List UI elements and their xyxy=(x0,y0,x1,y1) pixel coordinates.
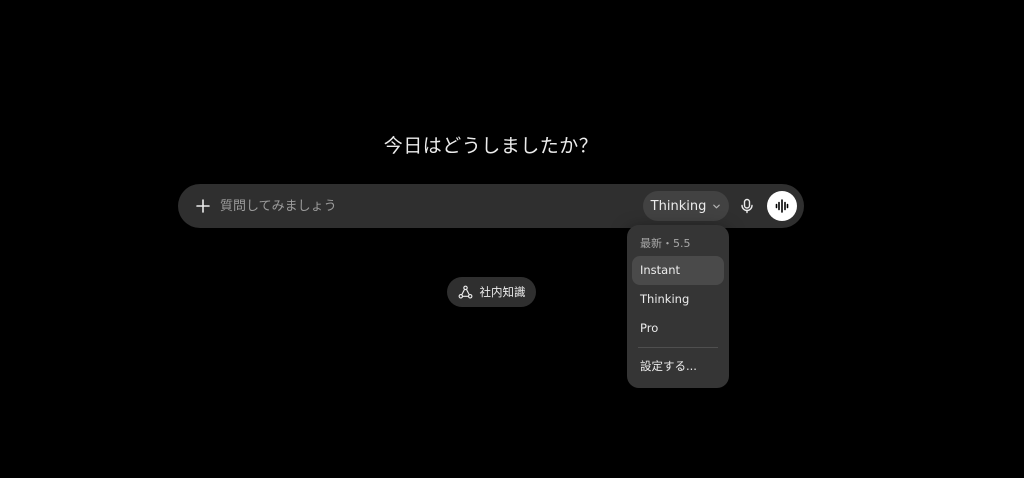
microphone-icon xyxy=(741,198,753,214)
menu-item-thinking[interactable]: Thinking xyxy=(632,285,724,314)
chevron-down-icon xyxy=(713,204,721,208)
add-attachment-button[interactable] xyxy=(188,191,218,221)
model-dropdown-menu: 最新・5.5 Instant Thinking Pro 設定する... xyxy=(627,225,729,388)
menu-item-settings[interactable]: 設定する... xyxy=(632,352,724,381)
prompt-input[interactable] xyxy=(220,194,620,218)
menu-divider xyxy=(638,347,718,348)
page-title: 今日はどうしましたか？ xyxy=(383,135,599,157)
dictate-button[interactable] xyxy=(732,191,762,221)
company-knowledge-label: 社内知識 xyxy=(479,285,526,299)
app-root: 今日はどうしましたか？ Thinking xyxy=(0,0,1024,478)
prompt-composer: Thinking xyxy=(178,184,804,228)
menu-item-instant[interactable]: Instant xyxy=(632,256,724,285)
plus-icon xyxy=(196,199,210,213)
connected-nodes-icon xyxy=(458,285,472,298)
model-selector-label: Thinking xyxy=(650,198,707,214)
model-selector-button[interactable]: Thinking xyxy=(643,191,729,221)
company-knowledge-chip[interactable]: 社内知識 xyxy=(447,277,536,307)
menu-section-header: 最新・5.5 xyxy=(640,237,691,250)
voice-mode-button[interactable] xyxy=(767,191,797,221)
voice-waveform-icon xyxy=(775,199,789,213)
menu-item-pro[interactable]: Pro xyxy=(632,314,724,343)
